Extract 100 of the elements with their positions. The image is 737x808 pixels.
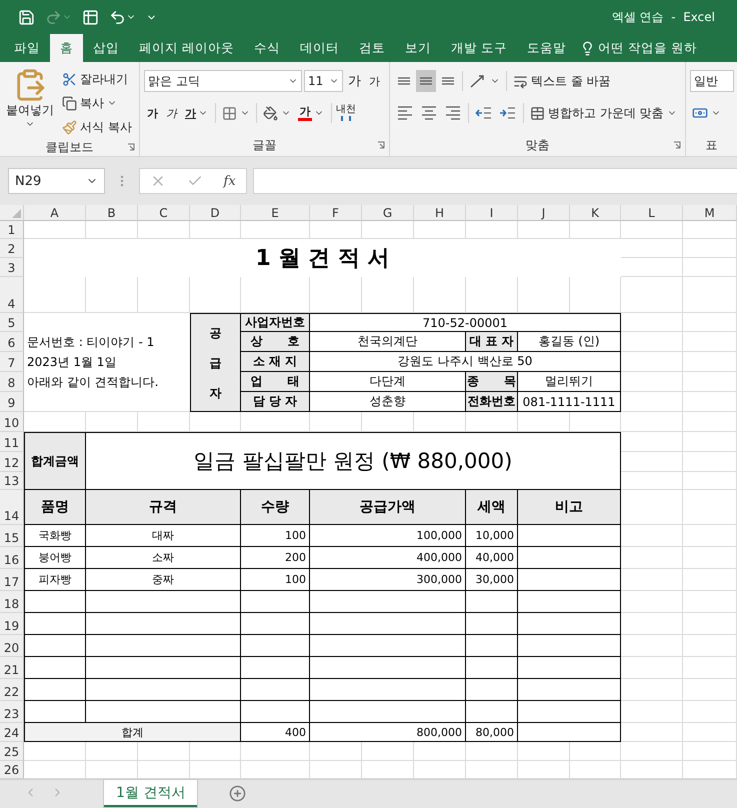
ribbon-tab[interactable]: 홈 <box>50 34 83 62</box>
paste-button[interactable]: 붙여넣기 <box>4 68 56 138</box>
row-header[interactable]: 1 <box>0 221 24 239</box>
supplier-label: 공급자 <box>190 313 241 412</box>
number-format-field[interactable]: 일반 <box>690 70 734 92</box>
row-header[interactable]: 9 <box>0 392 24 412</box>
row-header[interactable]: 16 <box>0 547 24 569</box>
font-size-field[interactable]: 11 <box>304 70 343 92</box>
row-header[interactable]: 17 <box>0 569 24 591</box>
align-middle-button[interactable] <box>416 70 436 92</box>
row-header[interactable]: 11 <box>0 432 24 452</box>
table-cell: 대짜 <box>86 525 241 547</box>
align-left-icon <box>398 106 412 120</box>
row-header[interactable]: 24 <box>0 723 24 742</box>
column-heading: 수량 <box>241 490 310 525</box>
row-header[interactable]: 25 <box>0 742 24 761</box>
ribbon-tab[interactable]: 데이터 <box>290 34 349 62</box>
table-cell: 400 <box>241 723 310 742</box>
wrap-text-icon <box>513 74 528 88</box>
row-header[interactable]: 14 <box>0 490 24 525</box>
table-cell: 100 <box>241 525 310 547</box>
column-header[interactable]: B <box>86 205 138 221</box>
row-header[interactable]: 4 <box>0 277 24 313</box>
phonetic-button[interactable]: 내천 <box>336 105 356 121</box>
column-header[interactable]: D <box>190 205 241 221</box>
row-header[interactable]: 13 <box>0 472 24 490</box>
field-value: 081-1111-1111 <box>518 392 621 412</box>
row-header[interactable]: 8 <box>0 372 24 392</box>
shrink-font-button[interactable]: 가 <box>366 70 383 92</box>
font-color-button[interactable]: 가 <box>295 102 327 124</box>
undo-button[interactable] <box>109 8 136 26</box>
total-label: 합계 <box>24 723 241 742</box>
ribbon-tab[interactable]: 검토 <box>348 34 395 62</box>
field-value: 강원도 나주시 백산로 50 <box>310 352 621 372</box>
row-header[interactable]: 20 <box>0 635 24 657</box>
field-label: 사업자번호 <box>241 313 310 332</box>
merge-center-button[interactable]: 병합하고 가운데 맞춤 <box>528 102 679 124</box>
table-cell: 10,000 <box>466 525 518 547</box>
table-cell: 붕어빵 <box>24 547 86 569</box>
row-header[interactable]: 23 <box>0 701 24 723</box>
column-header[interactable]: J <box>518 205 570 221</box>
row-header[interactable]: 7 <box>0 352 24 372</box>
format-painter-button[interactable]: 서식 복사 <box>60 116 134 138</box>
ribbon-tab[interactable]: 페이지 레이아웃 <box>129 34 244 62</box>
row-header[interactable]: 6 <box>0 332 24 352</box>
column-header[interactable]: K <box>570 205 621 221</box>
formula-input[interactable] <box>253 168 737 194</box>
row-header[interactable]: 18 <box>0 591 24 613</box>
dialog-launcher-icon[interactable] <box>377 141 385 149</box>
table-cell: 30,000 <box>466 569 518 591</box>
row-header[interactable]: 21 <box>0 657 24 679</box>
wrap-text-button[interactable]: 텍스트 줄 바꿈 <box>511 70 613 92</box>
table-cell: 40,000 <box>466 547 518 569</box>
row-header[interactable]: 5 <box>0 313 24 332</box>
tell-me-button[interactable]: 어떤 작업을 원하 <box>576 34 701 62</box>
note-text: 아래와 같이 견적합니다. <box>27 374 158 391</box>
row-header[interactable]: 26 <box>0 761 24 779</box>
row-header[interactable]: 22 <box>0 679 24 701</box>
column-header[interactable]: G <box>362 205 414 221</box>
row-header[interactable]: 3 <box>0 258 24 277</box>
dialog-launcher-icon[interactable] <box>127 143 135 151</box>
sheet-tab[interactable]: 1월 견적서 <box>104 780 198 807</box>
bars-icon <box>341 116 351 121</box>
cut-button[interactable]: 잘라내기 <box>60 68 134 90</box>
triangle-icon <box>12 209 21 218</box>
italic-button[interactable]: 가 <box>163 102 180 124</box>
group-label: 글꼴 <box>252 136 276 154</box>
form-icon <box>82 8 99 26</box>
column-header[interactable]: M <box>683 205 737 221</box>
grow-font-button[interactable]: 가 <box>345 70 364 92</box>
column-header[interactable]: I <box>466 205 518 221</box>
row-header[interactable]: 15 <box>0 525 24 547</box>
bold-button[interactable]: 가 <box>144 102 161 124</box>
row-header[interactable]: 10 <box>0 412 24 432</box>
row-header[interactable]: 2 <box>0 239 24 258</box>
ribbon-tab[interactable]: 삽입 <box>83 34 129 62</box>
row-header[interactable]: 12 <box>0 452 24 472</box>
ribbon-tab[interactable]: 수식 <box>244 34 290 62</box>
copy-button[interactable]: 복사 <box>60 92 134 114</box>
ribbon-tab[interactable]: 파일 <box>4 34 50 62</box>
ribbon-tab[interactable]: 도움말 <box>516 34 576 62</box>
ribbon-tab[interactable]: 개발 도구 <box>440 34 517 62</box>
column-header[interactable]: E <box>241 205 310 221</box>
underline-button[interactable]: 가 <box>182 102 211 124</box>
column-header[interactable]: C <box>138 205 190 221</box>
save-button[interactable] <box>18 8 35 26</box>
table-cell <box>24 657 86 679</box>
form-button[interactable] <box>82 8 99 26</box>
group-label: 맞춤 <box>526 136 550 154</box>
font-name-field[interactable]: 맑은 고딕 <box>144 70 302 92</box>
column-header[interactable]: A <box>24 205 86 221</box>
insert-function-button[interactable]: fx <box>224 174 236 188</box>
row-header[interactable]: 19 <box>0 613 24 635</box>
column-header[interactable]: H <box>414 205 466 221</box>
column-header[interactable]: L <box>621 205 683 221</box>
column-heading: 품명 <box>24 490 86 525</box>
name-box[interactable]: N29 <box>8 168 105 194</box>
ribbon-tab[interactable]: 보기 <box>394 34 441 62</box>
dialog-launcher-icon[interactable] <box>673 141 681 149</box>
column-header[interactable]: F <box>310 205 362 221</box>
